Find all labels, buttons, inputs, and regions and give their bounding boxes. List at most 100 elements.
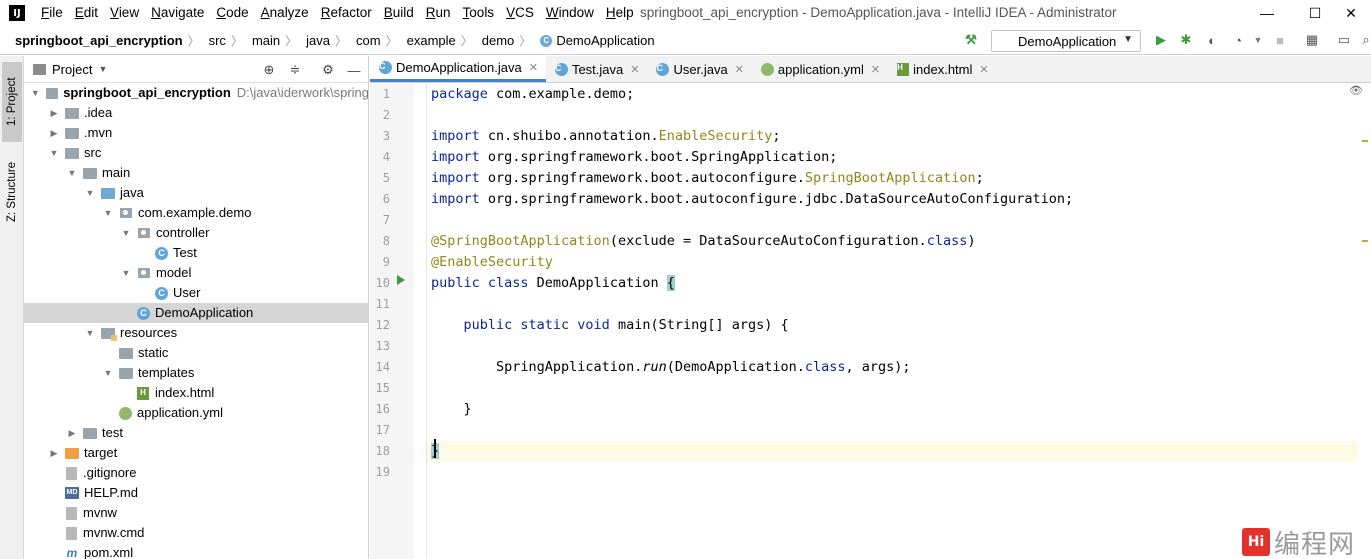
profile-dropdown-icon[interactable]: ▼ [1250, 32, 1266, 48]
warning-marker[interactable] [1362, 240, 1368, 242]
breadcrumb-main[interactable]: main [246, 33, 282, 48]
terminal-icon[interactable]: ▭ [1336, 32, 1352, 48]
run-configuration-select[interactable]: DemoApplication ▼ [991, 30, 1141, 52]
tree-item[interactable]: ▼ java [24, 183, 368, 203]
tree-item[interactable]: application.yml [24, 403, 368, 423]
chevron-down-icon[interactable]: ▼ [102, 203, 114, 223]
menu-vcs[interactable]: VCS [500, 0, 540, 26]
tree-item[interactable]: ▶ target [24, 443, 368, 463]
tree-item[interactable]: ▶ test [24, 423, 368, 443]
menu-run[interactable]: Run [420, 0, 457, 26]
chevron-down-icon[interactable]: ▼ [30, 83, 41, 103]
tree-item[interactable]: ▼ resources [24, 323, 368, 343]
tree-item[interactable]: ▼ controller [24, 223, 368, 243]
chevron-right-icon[interactable]: ▶ [48, 103, 60, 123]
menu-navigate[interactable]: Navigate [145, 0, 210, 26]
code-editor[interactable]: package com.example.demo; import cn.shuib… [427, 84, 1357, 559]
editor-tab[interactable]: application.yml ✕ [752, 56, 888, 82]
stop-icon[interactable]: ■ [1272, 32, 1288, 48]
run-icon[interactable]: ▶ [1153, 32, 1169, 48]
menu-build[interactable]: Build [378, 0, 420, 26]
editor-tab-label: User.java [673, 61, 728, 77]
breadcrumb-example[interactable]: example [401, 33, 458, 48]
tree-item[interactable]: m pom.xml [24, 543, 368, 559]
close-tab-icon[interactable]: ✕ [529, 61, 538, 74]
search-everywhere-icon[interactable]: ⌕ [1358, 32, 1371, 48]
menu-edit[interactable]: Edit [69, 0, 104, 26]
close-tab-icon[interactable]: ✕ [979, 63, 988, 76]
breadcrumb-project[interactable]: springboot_api_encryption [0, 33, 185, 48]
chevron-down-icon[interactable]: ▼ [120, 223, 132, 243]
code-token: import [431, 128, 480, 144]
project-view-selector[interactable]: Project ▼ [33, 62, 107, 77]
editor-tab[interactable]: C User.java ✕ [647, 56, 751, 82]
profile-icon[interactable]: ◔ [1230, 32, 1246, 48]
tab-project[interactable]: 1: Project [2, 62, 22, 142]
menu-view[interactable]: View [104, 0, 145, 26]
breadcrumb-demoapplication[interactable]: C DemoApplication [534, 33, 656, 48]
chevron-down-icon[interactable]: ▼ [84, 183, 96, 203]
tree-item[interactable]: ▼ src [24, 143, 368, 163]
hide-icon[interactable]: — [346, 62, 362, 78]
breadcrumb-demo[interactable]: demo [476, 33, 517, 48]
tab-structure[interactable]: Z: Structure [2, 148, 22, 236]
tree-item[interactable]: ▼ templates [24, 363, 368, 383]
menu-tools[interactable]: Tools [457, 0, 501, 26]
project-structure-icon[interactable]: ▦ [1304, 32, 1320, 48]
locate-icon[interactable]: ⊕ [261, 62, 277, 78]
editor-tab[interactable]: C Test.java ✕ [546, 56, 648, 82]
tree-item-label: mvnw [83, 505, 117, 520]
coverage-icon[interactable]: ◐ [1204, 32, 1220, 48]
chevron-right-icon[interactable]: ▶ [66, 423, 78, 443]
editor-tab[interactable]: C DemoApplication.java ✕ [370, 56, 546, 82]
tree-item[interactable]: mvnw.cmd [24, 523, 368, 543]
minimize-button[interactable]: — [1244, 0, 1290, 26]
tree-item[interactable]: Hindex.html [24, 383, 368, 403]
run-gutter-icon[interactable] [397, 275, 405, 285]
breadcrumb-com[interactable]: com [350, 33, 383, 48]
chevron-down-icon[interactable]: ▼ [102, 363, 114, 383]
close-tab-icon[interactable]: ✕ [630, 63, 639, 76]
tree-item[interactable]: static [24, 343, 368, 363]
debug-icon[interactable]: ✱ [1178, 32, 1194, 48]
breadcrumb-src[interactable]: src [203, 33, 228, 48]
tree-item[interactable]: .gitignore [24, 463, 368, 483]
chevron-down-icon[interactable]: ▼ [120, 263, 132, 283]
chevron-down-icon[interactable]: ▼ [48, 143, 60, 163]
tree-item[interactable]: ▼ model [24, 263, 368, 283]
tree-item[interactable]: ▶ .idea [24, 103, 368, 123]
build-hammer-icon[interactable]: ⚒ [963, 32, 979, 48]
tree-item[interactable]: C Test [24, 243, 368, 263]
tree-item-label: static [138, 345, 169, 360]
tree-item[interactable]: C DemoApplication [24, 303, 368, 323]
menu-refactor[interactable]: Refactor [315, 0, 378, 26]
tree-item[interactable]: ▼ com.example.demo [24, 203, 368, 223]
editor-tab[interactable]: Hindex.html ✕ [888, 56, 996, 82]
menu-file[interactable]: File [35, 0, 69, 26]
chevron-down-icon[interactable]: ▼ [66, 163, 78, 183]
gear-icon[interactable]: ⚙ [320, 62, 336, 78]
reader-mode-eye-icon[interactable]: 👁 [1349, 84, 1365, 97]
tab-project-label: 1: Project [6, 77, 18, 127]
tree-item[interactable]: mvnw [24, 503, 368, 523]
tree-item[interactable]: C User [24, 283, 368, 303]
tree-item[interactable]: ▼ main [24, 163, 368, 183]
tree-item[interactable]: MD HELP.md [24, 483, 368, 503]
tree-item[interactable]: ▶ .mvn [24, 123, 368, 143]
collapse-all-icon[interactable]: ≑ [287, 62, 303, 78]
menu-analyze[interactable]: Analyze [255, 0, 315, 26]
breadcrumb-java[interactable]: java [300, 33, 332, 48]
code-token: SpringApplication. [431, 359, 643, 375]
warning-marker[interactable] [1362, 140, 1368, 142]
chevron-right-icon[interactable]: ▶ [48, 443, 60, 463]
menu-code[interactable]: Code [210, 0, 254, 26]
menu-window[interactable]: Window [540, 0, 600, 26]
chevron-right-icon[interactable]: ▶ [48, 123, 60, 143]
tree-item[interactable]: ▼ springboot_api_encryption D:\java\iderwo… [24, 83, 368, 103]
chevron-down-icon[interactable]: ▼ [84, 323, 96, 343]
close-tab-icon[interactable]: ✕ [871, 63, 880, 76]
menu-help[interactable]: Help [600, 0, 640, 26]
line-number: 8 [382, 234, 390, 248]
close-window-button[interactable]: ✕ [1328, 0, 1371, 26]
close-tab-icon[interactable]: ✕ [735, 63, 744, 76]
